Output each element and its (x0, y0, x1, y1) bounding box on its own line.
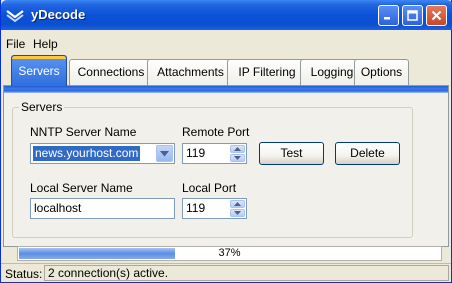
caret-down-icon (234, 211, 241, 215)
status-text: 2 connection(s) active. (44, 265, 449, 281)
menu-file[interactable]: File (6, 37, 25, 51)
window-title: yDecode (31, 7, 86, 22)
maximize-icon (407, 10, 418, 21)
chevron-down-icon (160, 150, 169, 156)
delete-button[interactable]: Delete (335, 142, 400, 165)
tab-connections[interactable]: Connections (69, 59, 153, 85)
servers-group: Servers NNTP Server Name news.yourhost.c… (12, 100, 413, 238)
caret-up-icon (234, 147, 241, 151)
status-bar: Status: 2 connection(s) active. (1, 263, 451, 282)
maximize-button[interactable] (402, 5, 423, 26)
minimize-button[interactable] (378, 5, 399, 26)
tab-servers[interactable]: Servers (11, 55, 67, 86)
remote-port-label: Remote Port (182, 125, 250, 139)
local-port-label: Local Port (182, 181, 237, 195)
remote-port-spinner[interactable]: 119 (182, 143, 247, 164)
close-button[interactable] (426, 5, 447, 26)
spin-up-button[interactable] (230, 145, 245, 153)
local-server-label: Local Server Name (30, 181, 133, 195)
local-port-spinner[interactable]: 119 (182, 198, 247, 219)
caret-down-icon (234, 156, 241, 160)
app-window: yDecode File Help Servers Connections At… (0, 0, 452, 283)
spin-down-button[interactable] (230, 209, 245, 217)
menu-bar: File Help (1, 33, 451, 53)
progress-label: 37% (218, 247, 241, 259)
progress-bar: 37% (17, 246, 442, 261)
minimize-icon (384, 17, 390, 20)
local-server-input[interactable]: localhost (30, 198, 175, 219)
dropdown-button[interactable] (156, 145, 173, 162)
tab-ip-filtering[interactable]: IP Filtering (227, 59, 307, 85)
tab-strip: Servers Connections Attachments IP Filte… (11, 55, 441, 86)
nntp-server-value: news.yourhost.com (33, 146, 141, 161)
title-bar[interactable]: yDecode (1, 0, 452, 30)
menu-help[interactable]: Help (33, 37, 58, 51)
tab-options[interactable]: Options (354, 59, 409, 85)
tab-attachments[interactable]: Attachments (147, 59, 234, 85)
close-icon (431, 10, 442, 21)
local-port-value: 119 (186, 201, 206, 215)
servers-group-title: Servers (19, 100, 65, 114)
panel-header-stripe (4, 86, 448, 93)
caret-up-icon (234, 202, 241, 206)
spin-down-button[interactable] (230, 154, 245, 162)
nntp-server-label: NNTP Server Name (30, 125, 137, 139)
status-label: Status: (5, 267, 43, 281)
app-icon (6, 10, 24, 23)
nntp-server-combo[interactable]: news.yourhost.com (30, 143, 175, 164)
servers-panel: Servers NNTP Server Name news.yourhost.c… (3, 85, 449, 247)
spin-up-button[interactable] (230, 200, 245, 208)
test-button[interactable]: Test (259, 142, 324, 165)
remote-port-value: 119 (186, 146, 206, 160)
